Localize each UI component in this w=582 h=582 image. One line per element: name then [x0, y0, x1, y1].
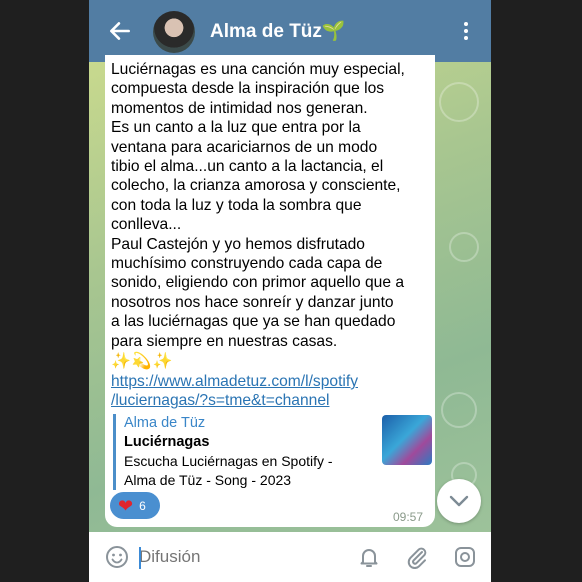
background-doodle	[449, 232, 479, 262]
background-doodle	[441, 392, 477, 428]
background-doodle	[439, 82, 479, 122]
message-time: 09:57	[393, 510, 424, 524]
link-preview[interactable]: Alma de Tüz Luciérnagas Escucha Luciérna…	[113, 414, 432, 490]
sparkles-emoji: ✨💫✨	[111, 353, 174, 370]
broadcast-input[interactable]	[139, 545, 339, 569]
chat-title-text: Alma de Tüz	[210, 21, 322, 42]
seedling-icon: 🌱	[321, 21, 346, 42]
link-preview-description: Escucha Luciérnagas en Spotify - Alma de…	[124, 453, 333, 488]
message-text: Luciérnagas es una canción muy especial,…	[111, 61, 405, 350]
more-vertical-icon[interactable]	[460, 22, 472, 42]
avatar[interactable]	[153, 11, 195, 53]
reaction-count: 6	[139, 498, 146, 513]
chat-header: Alma de Tüz🌱	[89, 0, 491, 62]
camera-icon[interactable]	[453, 545, 477, 569]
message-link[interactable]: https://www.almadetuz.com/l/spotify /luc…	[111, 372, 429, 411]
emoji-icon[interactable]	[105, 545, 129, 569]
chat-title[interactable]: Alma de Tüz🌱	[210, 19, 346, 43]
paperclip-icon[interactable]	[405, 545, 429, 569]
input-bar	[89, 532, 491, 582]
arrow-left-icon[interactable]	[107, 18, 133, 44]
heart-icon: ❤	[118, 495, 134, 516]
link-preview-thumbnail	[382, 415, 432, 465]
telegram-window: Alma de Tüz🌱 Luciérnagas es una canción …	[89, 0, 491, 582]
bell-icon[interactable]	[357, 545, 381, 569]
chevron-down-icon	[449, 495, 469, 507]
text-cursor	[139, 547, 141, 569]
heart-reaction[interactable]: ❤ 6	[110, 492, 160, 519]
scroll-down-button[interactable]	[437, 479, 481, 523]
